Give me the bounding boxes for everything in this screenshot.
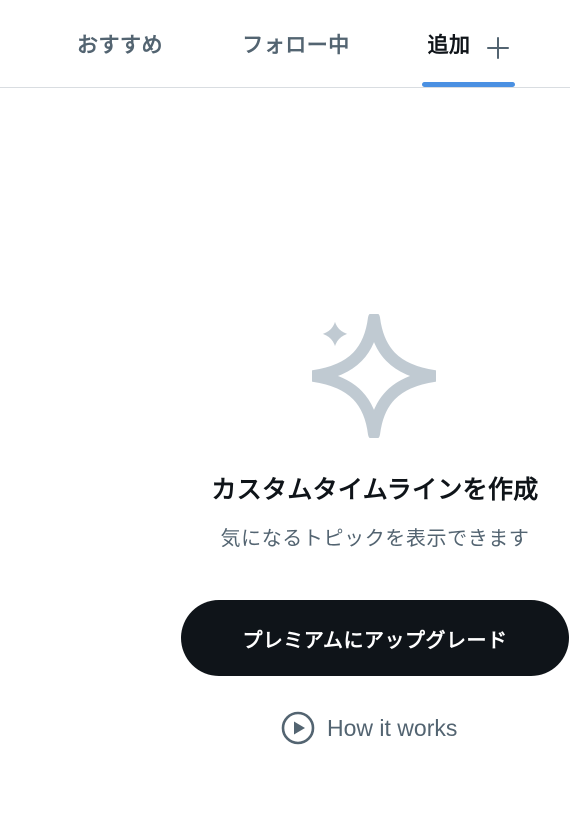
- active-tab-indicator: [422, 82, 515, 87]
- tab-label: フォロー中: [242, 33, 350, 57]
- tab-recommended[interactable]: おすすめ: [72, 0, 168, 88]
- page: おすすめ フォロー中 追加 カスタムタイムラインを作成 気になるトピックを表示で…: [0, 0, 570, 820]
- empty-state-subtext: 気になるトピックを表示できます: [220, 526, 530, 550]
- plus-icon[interactable]: [486, 36, 510, 60]
- tab-bar: おすすめ フォロー中 追加: [0, 0, 570, 88]
- tab-following[interactable]: フォロー中: [236, 0, 356, 88]
- upgrade-premium-button[interactable]: プレミアムにアップグレード: [181, 600, 569, 676]
- how-it-works-label: How it works: [327, 714, 458, 741]
- play-circle-icon: [281, 711, 315, 745]
- empty-state-heading: カスタムタイムラインを作成: [211, 475, 539, 504]
- how-it-works-link[interactable]: How it works: [281, 708, 457, 748]
- sparkle-icon: [312, 314, 436, 438]
- tab-label: おすすめ: [77, 33, 163, 57]
- tab-label: 追加: [427, 33, 471, 57]
